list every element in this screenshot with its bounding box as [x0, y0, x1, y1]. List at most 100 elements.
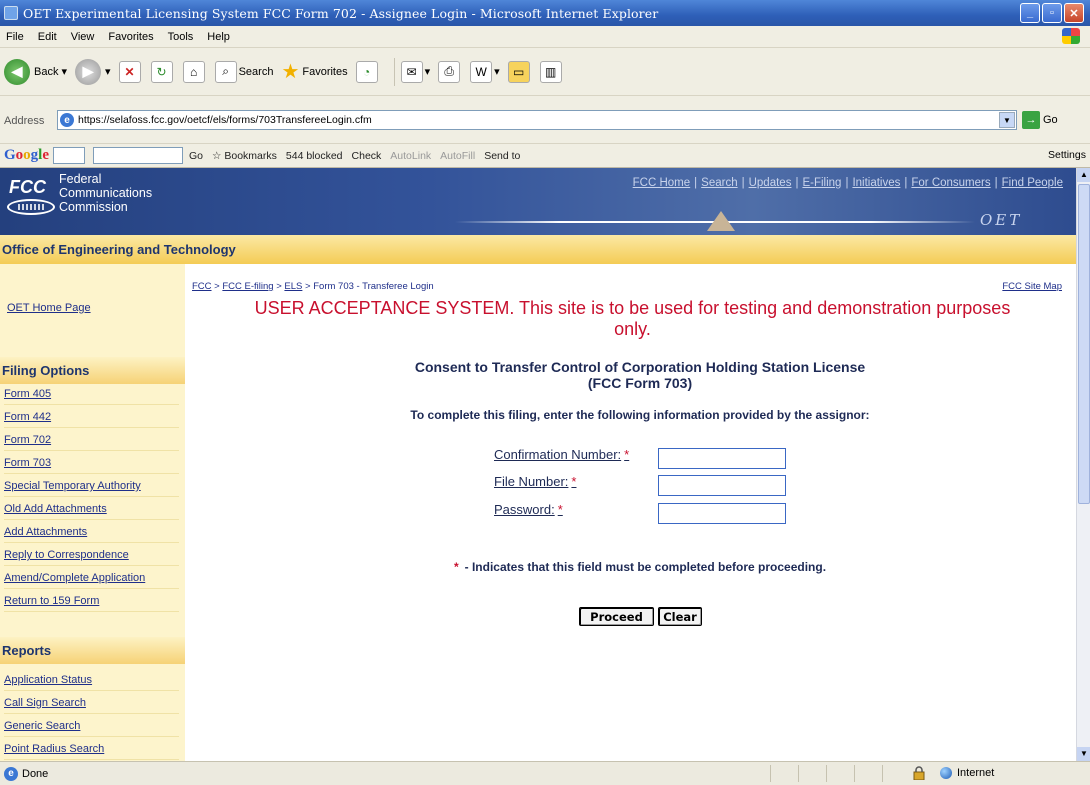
sidebar-link-generic-search[interactable]: Generic Search [4, 720, 179, 737]
popup-blocked-counter[interactable]: 544 blocked [286, 150, 343, 162]
forward-arrow-icon: ▶ [75, 58, 102, 85]
proceed-button[interactable]: Proceed [579, 607, 654, 626]
menu-edit[interactable]: Edit [38, 31, 57, 43]
oet-home-link[interactable]: OET Home Page [7, 302, 91, 314]
sidebar-link-form-702[interactable]: Form 702 [4, 434, 179, 451]
uat-notice-line2: only. [614, 319, 651, 339]
nav-for-consumers[interactable]: For Consumers [911, 177, 990, 189]
breadcrumb-els[interactable]: ELS [284, 281, 302, 292]
menu-favorites[interactable]: Favorites [108, 31, 153, 43]
nav-updates[interactable]: Updates [749, 177, 792, 189]
sidebar-link-form-442[interactable]: Form 442 [4, 411, 179, 428]
required-asterisk: * [453, 560, 459, 574]
internet-globe-icon [940, 767, 952, 779]
history-button[interactable]: ◔ [355, 60, 380, 83]
back-label: Back [34, 65, 59, 78]
confirmation-number-input[interactable] [658, 448, 786, 469]
password-input[interactable] [658, 503, 786, 524]
reports-heading: Reports [0, 637, 185, 664]
sidebar-link-return-159[interactable]: Return to 159 Form [4, 595, 179, 612]
autolink-button[interactable]: AutoLink [390, 150, 431, 162]
sidebar-link-reply-correspondence[interactable]: Reply to Correspondence [4, 549, 179, 566]
address-bar: Address e https://selafoss.fcc.gov/oetcf… [0, 96, 1090, 144]
address-input[interactable]: e https://selafoss.fcc.gov/oetcf/els/for… [57, 110, 1017, 130]
search-icon: ⌕ [214, 60, 237, 83]
sidebar-link-sta[interactable]: Special Temporary Authority [4, 480, 179, 497]
filing-options-heading: Filing Options [0, 357, 185, 384]
nav-find-people[interactable]: Find People [1002, 177, 1063, 189]
spell-check-button[interactable]: Check [352, 150, 382, 162]
file-number-input[interactable] [658, 475, 786, 496]
ie-window-icon [4, 6, 18, 20]
sidebar-link-add-attachments[interactable]: Add Attachments [4, 526, 179, 543]
sidebar-link-amend-complete[interactable]: Amend/Complete Application [4, 572, 179, 589]
research-button[interactable]: ▥ [539, 60, 564, 83]
vertical-scrollbar[interactable]: ▲ ▼ [1076, 168, 1090, 761]
fcc-site-map-link[interactable]: FCC Site Map [1002, 281, 1062, 292]
google-settings-button[interactable]: Settings [1048, 149, 1086, 161]
favorites-label: Favorites [302, 65, 348, 78]
scroll-up-icon[interactable]: ▲ [1077, 168, 1090, 182]
fcc-name-line1: Federal [59, 172, 102, 186]
back-arrow-icon: ◀ [4, 58, 30, 85]
menu-view[interactable]: View [71, 31, 95, 43]
close-button[interactable]: ✕ [1064, 3, 1084, 23]
sidebar-link-form-703[interactable]: Form 703 [4, 457, 179, 474]
sidebar-link-call-sign-search[interactable]: Call Sign Search [4, 697, 179, 714]
nav-fcc-home[interactable]: FCC Home [633, 177, 691, 189]
reports-label: Reports [2, 643, 52, 658]
required-note-text: - Indicates that this field must be comp… [464, 560, 827, 574]
menu-file[interactable]: File [6, 31, 24, 43]
breadcrumb-fcc-efiling[interactable]: FCC E-filing [222, 281, 273, 292]
menu-help[interactable]: Help [207, 31, 230, 43]
fcc-logo[interactable]: FCC Federal Communications Commission [7, 171, 172, 231]
mail-button[interactable]: ✉ ▾ [400, 60, 430, 83]
sidebar-link-old-add-attachments[interactable]: Old Add Attachments [4, 503, 179, 520]
google-go-button[interactable]: Go [189, 150, 203, 162]
scroll-thumb[interactable] [1078, 184, 1090, 504]
send-to-button[interactable]: Send to [484, 150, 520, 162]
browser-toolbar: ◀ Back ▾ ▶ ▾ ✕ ↻ ⌂ ⌕ Search ★ Favorites ◔… [0, 48, 1090, 96]
clear-button[interactable]: Clear [658, 607, 702, 626]
page-status-icon: e [4, 766, 18, 781]
back-button[interactable]: ◀ Back ▾ [4, 58, 67, 85]
scroll-down-icon[interactable]: ▼ [1077, 747, 1090, 761]
form-instructions: To complete this filing, enter the follo… [410, 408, 870, 422]
favorites-button[interactable]: ★ Favorites [281, 59, 347, 84]
nav-initiatives[interactable]: Initiatives [852, 177, 900, 189]
home-button[interactable]: ⌂ [182, 60, 207, 83]
edit-button[interactable]: W ▾ [470, 60, 500, 83]
forward-button[interactable]: ▶ ▾ [75, 58, 111, 85]
sidebar-link-application-status[interactable]: Application Status [4, 674, 179, 691]
required-asterisk: * [557, 502, 563, 517]
breadcrumb-fcc[interactable]: FCC [192, 281, 212, 292]
password-label[interactable]: Password: * [494, 502, 563, 517]
google-bookmarks-button[interactable]: ☆ Bookmarks [212, 150, 277, 162]
menu-tools[interactable]: Tools [168, 31, 194, 43]
oet-mark: OET [980, 211, 1023, 229]
nav-e-filing[interactable]: E-Filing [802, 177, 841, 189]
print-button[interactable]: ⎙ [438, 60, 462, 83]
home-icon: ⌂ [182, 60, 205, 83]
address-dropdown-icon[interactable]: ▼ [999, 112, 1015, 128]
go-button[interactable]: → Go [1022, 110, 1058, 130]
refresh-button[interactable]: ↻ [150, 60, 175, 83]
confirmation-number-label[interactable]: Confirmation Number: * [494, 447, 629, 462]
folder-button[interactable]: ▭ [507, 60, 532, 83]
autofill-button[interactable]: AutoFill [440, 150, 475, 162]
maximize-button[interactable]: ▫ [1042, 3, 1062, 23]
google-logo[interactable]: Google [4, 147, 49, 164]
nav-search[interactable]: Search [701, 177, 737, 189]
minimize-button[interactable]: _ [1020, 3, 1040, 23]
file-number-label[interactable]: File Number: * [494, 474, 576, 489]
sidebar-link-form-405[interactable]: Form 405 [4, 388, 179, 405]
security-zone: Internet [940, 767, 994, 779]
stop-button[interactable]: ✕ [118, 60, 143, 83]
google-menu-button[interactable] [53, 147, 86, 164]
google-search-input[interactable] [93, 147, 184, 164]
office-title: Office of Engineering and Technology [2, 242, 236, 257]
sidebar-link-point-radius-search[interactable]: Point Radius Search [4, 743, 179, 760]
search-button[interactable]: ⌕ Search [214, 60, 273, 83]
form-title: Consent to Transfer Control of Corporati… [285, 359, 995, 391]
uat-notice: USER ACCEPTANCE SYSTEM. This site is to … [195, 298, 1070, 340]
